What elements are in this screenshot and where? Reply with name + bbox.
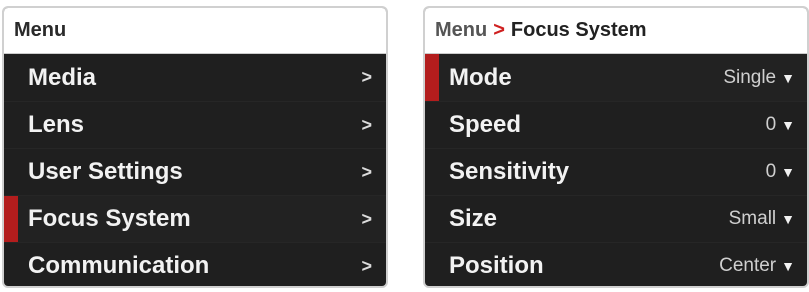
setting-label: Sensitivity (449, 158, 570, 185)
setting-size[interactable]: Size Small ▼ (425, 195, 807, 242)
menu-item-communication[interactable]: Communication > (4, 242, 386, 286)
setting-label: Size (449, 205, 498, 232)
breadcrumb-root[interactable]: Menu (435, 19, 487, 42)
setting-value-dropdown[interactable]: Small ▼ (729, 208, 795, 230)
setting-sensitivity[interactable]: Sensitivity 0 ▼ (425, 148, 807, 195)
chevron-right-icon: > (361, 161, 372, 182)
setting-value: Center (719, 255, 777, 276)
dropdown-arrow-icon: ▼ (781, 211, 795, 227)
selection-indicator (425, 54, 439, 101)
menu-item-label: Media (28, 63, 97, 91)
menu-item-label: Lens (28, 111, 85, 138)
dropdown-arrow-icon: ▼ (781, 164, 795, 180)
setting-value: Small (728, 208, 777, 229)
dropdown-arrow-icon: ▼ (781, 69, 795, 86)
focus-system-panel: Menu > Focus System Mode Single ▼ Speed … (423, 6, 809, 288)
setting-value: 0 (765, 161, 777, 182)
setting-value-dropdown[interactable]: 0 ▼ (766, 114, 795, 136)
main-menu-panel: Menu Media > Lens > User Settings > Focu… (2, 6, 388, 288)
setting-value-dropdown[interactable]: Single ▼ (723, 67, 795, 89)
menu-header: Menu (4, 8, 386, 54)
chevron-right-icon: > (361, 114, 372, 135)
menu-item-label: Communication (28, 252, 210, 279)
menu-item-focus-system[interactable]: Focus System > (4, 195, 386, 242)
setting-value-dropdown[interactable]: Center ▼ (719, 255, 795, 277)
selection-indicator (4, 196, 18, 242)
focus-settings-list: Mode Single ▼ Speed 0 ▼ Sensitivity 0 ▼ … (425, 54, 807, 286)
setting-label: Speed (449, 111, 522, 138)
menu-item-label: User Settings (28, 158, 183, 185)
breadcrumb: Menu > Focus System (425, 8, 807, 54)
menu-item-label: Focus System (28, 205, 191, 232)
setting-value: Single (723, 66, 777, 88)
dropdown-arrow-icon: ▼ (781, 117, 795, 133)
menu-item-lens[interactable]: Lens > (4, 101, 386, 148)
setting-value: 0 (765, 114, 777, 135)
setting-label: Position (449, 252, 544, 279)
menu-header-title: Menu (14, 19, 67, 41)
breadcrumb-separator-icon: > (493, 19, 505, 41)
chevron-right-icon: > (361, 208, 372, 229)
breadcrumb-current: Focus System (510, 19, 647, 41)
menu-item-media[interactable]: Media > (4, 54, 386, 101)
setting-speed[interactable]: Speed 0 ▼ (425, 101, 807, 148)
main-menu-list: Media > Lens > User Settings > Focus Sys… (4, 54, 386, 286)
setting-label: Mode (449, 63, 512, 91)
setting-value-dropdown[interactable]: 0 ▼ (766, 161, 795, 183)
chevron-right-icon: > (361, 255, 372, 276)
menu-item-user-settings[interactable]: User Settings > (4, 148, 386, 195)
setting-mode[interactable]: Mode Single ▼ (425, 54, 807, 101)
dropdown-arrow-icon: ▼ (781, 258, 795, 274)
chevron-right-icon: > (361, 67, 372, 87)
setting-position[interactable]: Position Center ▼ (425, 242, 807, 286)
